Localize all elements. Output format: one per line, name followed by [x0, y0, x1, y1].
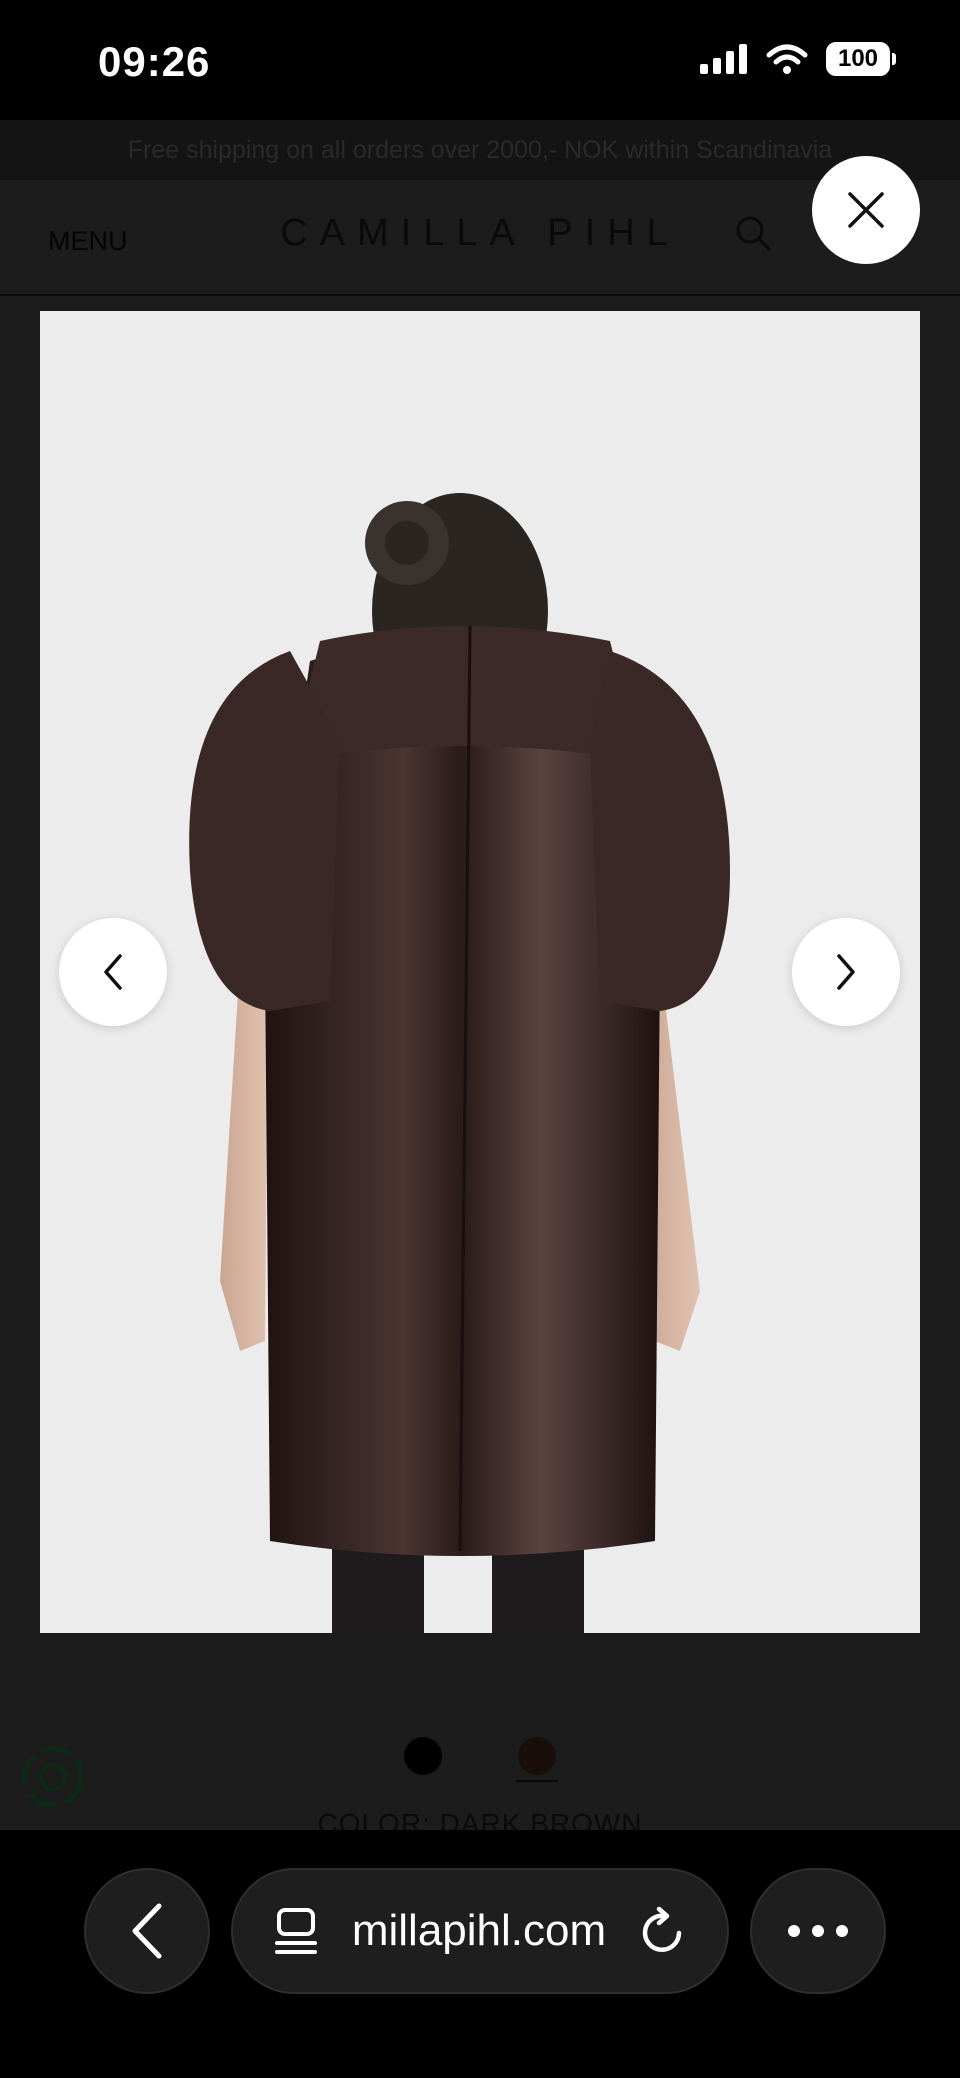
selected-swatch-indicator [516, 1780, 558, 1782]
reload-icon[interactable] [639, 1905, 687, 1957]
url-text: millapihl.com [351, 1906, 607, 1955]
chevron-right-icon [837, 954, 855, 990]
close-button[interactable] [812, 156, 920, 264]
address-bar[interactable]: millapihl.com [231, 1868, 729, 1994]
wifi-icon [766, 44, 808, 74]
color-swatch-dark-brown[interactable] [518, 1737, 556, 1775]
dress-photo [189, 493, 730, 1633]
battery-icon: 100 [826, 42, 896, 76]
status-time: 09:26 [98, 38, 211, 85]
previous-image-button[interactable] [59, 918, 167, 1026]
status-icons: 100 [700, 42, 896, 76]
close-icon [848, 192, 884, 228]
color-swatch-black[interactable] [404, 1737, 442, 1775]
promo-banner: Free shipping on all orders over 2000,- … [0, 120, 960, 180]
chevron-left-icon [104, 954, 122, 990]
back-icon [132, 1903, 162, 1959]
next-image-button[interactable] [792, 918, 900, 1026]
more-options-button[interactable] [750, 1868, 886, 1994]
battery-level: 100 [826, 42, 890, 76]
certification-badge-icon [22, 1746, 84, 1808]
search-icon[interactable] [734, 214, 774, 254]
browser-back-button[interactable] [84, 1868, 210, 1994]
signal-icon [700, 44, 747, 74]
product-image[interactable] [40, 311, 920, 1633]
more-icon [788, 1925, 848, 1937]
tabs-icon[interactable] [273, 1906, 319, 1956]
